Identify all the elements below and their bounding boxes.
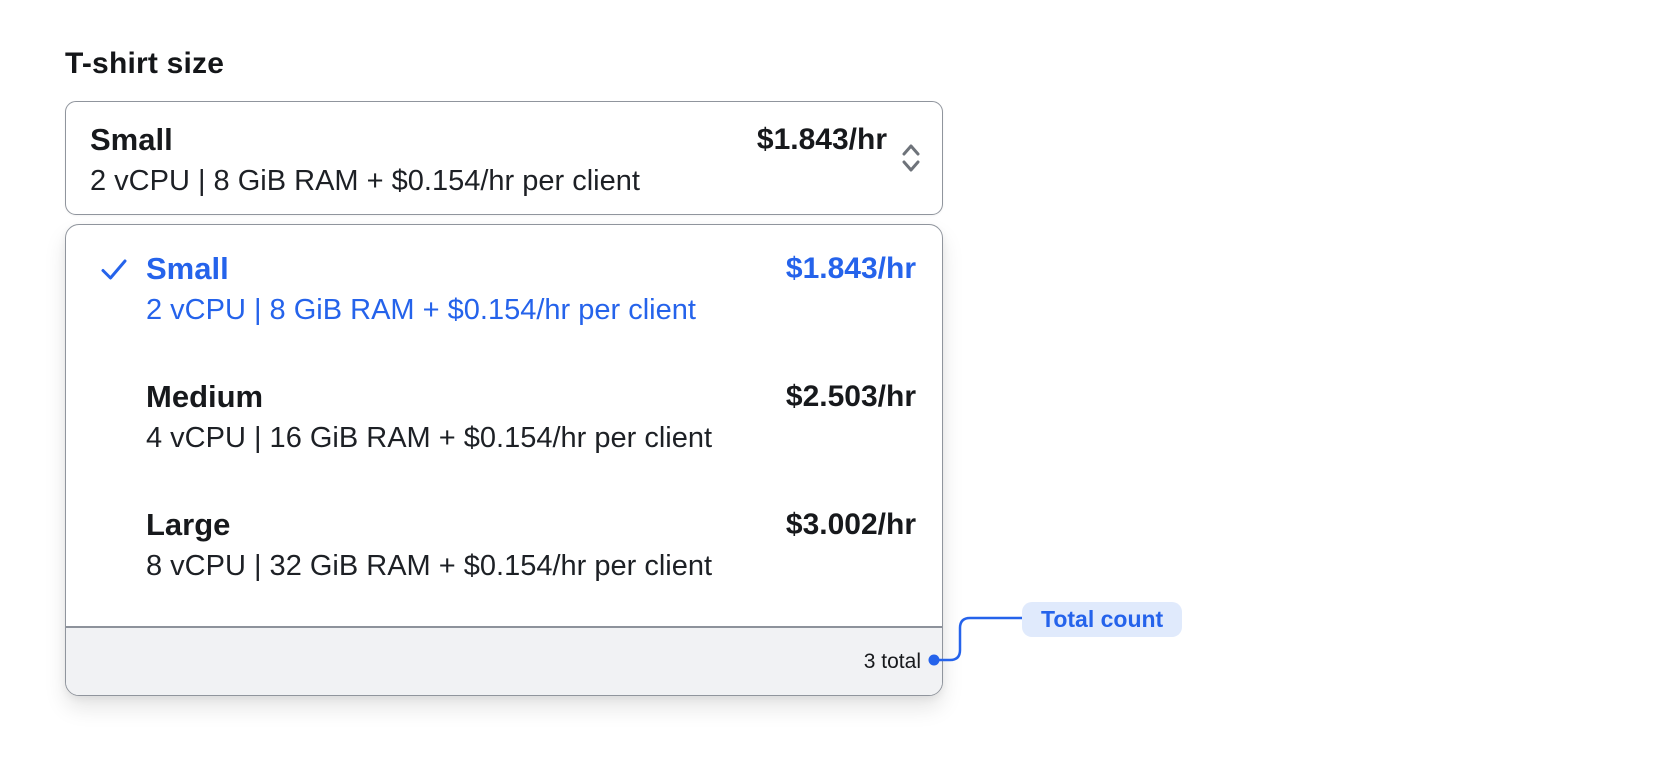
option-large[interactable]: Large 8 vCPU | 32 GiB RAM + $0.154/hr pe…	[66, 481, 942, 609]
option-name: Medium	[146, 379, 264, 414]
option-text: Medium 4 vCPU | 16 GiB RAM + $0.154/hr p…	[146, 376, 786, 458]
option-specs: 8 vCPU | 32 GiB RAM + $0.154/hr per clie…	[146, 550, 713, 582]
option-text: Large 8 vCPU | 32 GiB RAM + $0.154/hr pe…	[146, 504, 786, 586]
selected-check-column	[99, 504, 146, 510]
option-specs: 4 vCPU | 16 GiB RAM + $0.154/hr per clie…	[146, 422, 713, 454]
tshirt-size-field: T-shirt size Small 2 vCPU | 8 GiB RAM + …	[65, 44, 943, 696]
field-label: T-shirt size	[65, 47, 225, 80]
annotation-label: Total count	[1022, 602, 1183, 637]
option-name: Small	[146, 251, 229, 286]
tshirt-size-select-trigger[interactable]: Small 2 vCPU | 8 GiB RAM + $0.154/hr per…	[65, 101, 943, 215]
selected-check-column	[99, 248, 146, 289]
selected-check-column	[99, 376, 146, 382]
selected-option-name: Small	[90, 122, 173, 157]
tshirt-size-dropdown: Small 2 vCPU | 8 GiB RAM + $0.154/hr per…	[65, 224, 943, 696]
selected-option-price-group: $1.843/hr	[757, 119, 924, 176]
option-price: $3.002/hr	[785, 508, 916, 541]
option-list: Small 2 vCPU | 8 GiB RAM + $0.154/hr per…	[66, 225, 942, 626]
option-text: Small 2 vCPU | 8 GiB RAM + $0.154/hr per…	[146, 248, 786, 330]
option-price: $1.843/hr	[785, 252, 916, 285]
selected-option-price: $1.843/hr	[756, 123, 887, 156]
check-icon	[101, 259, 127, 280]
selected-option-summary: Small 2 vCPU | 8 GiB RAM + $0.154/hr per…	[90, 119, 757, 201]
option-medium[interactable]: Medium 4 vCPU | 16 GiB RAM + $0.154/hr p…	[66, 353, 942, 481]
total-count-text: 3 total	[863, 649, 921, 673]
option-small[interactable]: Small 2 vCPU | 8 GiB RAM + $0.154/hr per…	[66, 225, 942, 353]
option-specs: 2 vCPU | 8 GiB RAM + $0.154/hr per clien…	[146, 294, 696, 326]
dropdown-footer: 3 total	[66, 626, 942, 695]
selected-option-specs: 2 vCPU | 8 GiB RAM + $0.154/hr per clien…	[90, 165, 640, 197]
option-price: $2.503/hr	[785, 380, 916, 413]
chevron-up-down-icon	[902, 144, 920, 172]
option-name: Large	[146, 507, 231, 542]
